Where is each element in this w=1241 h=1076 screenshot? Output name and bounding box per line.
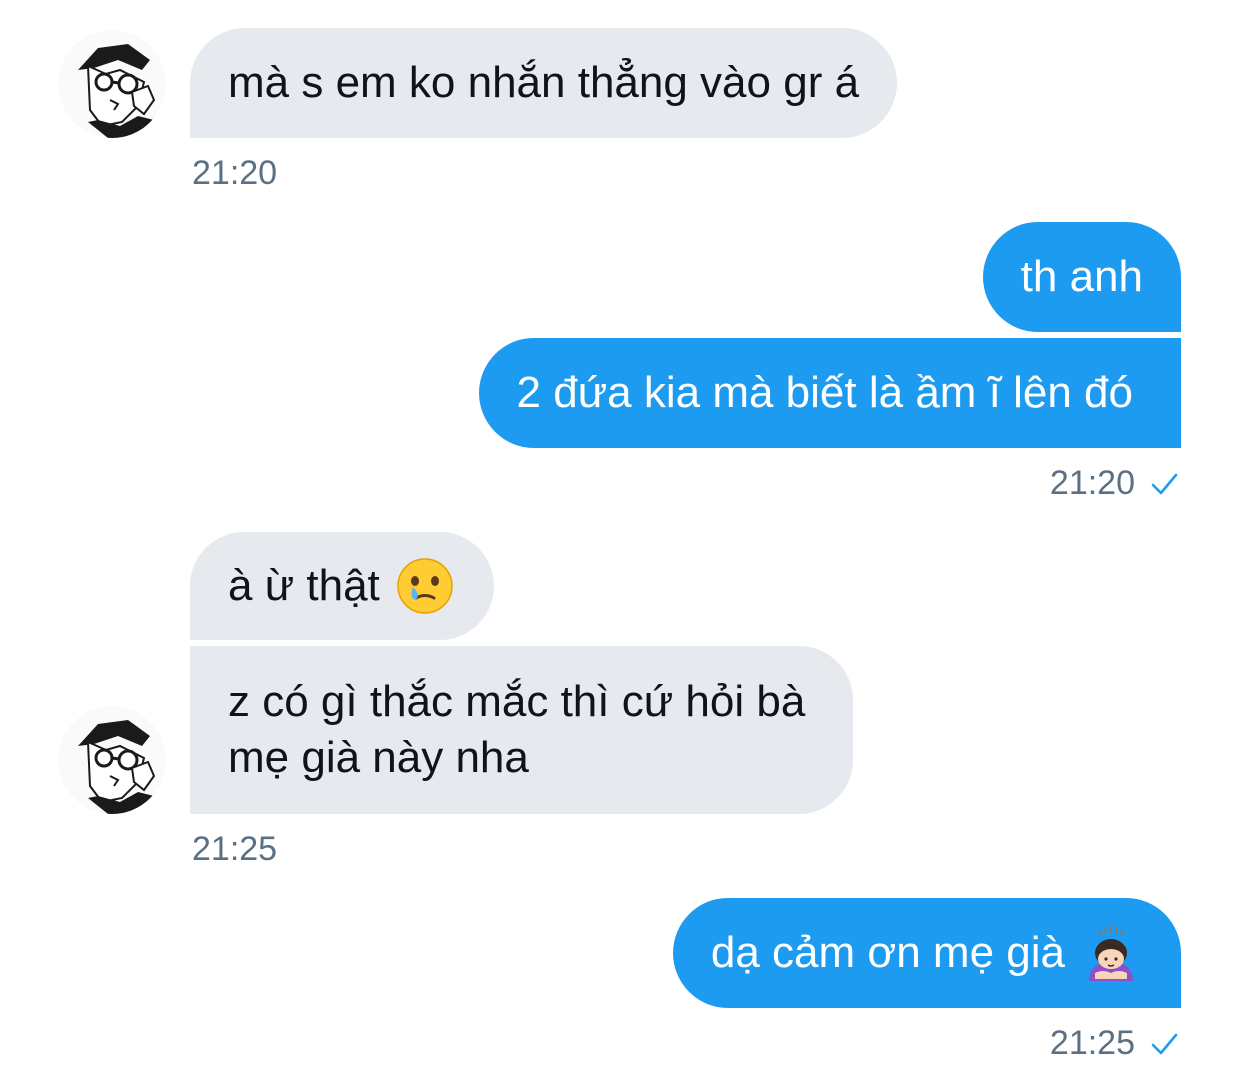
message-thread: mà s em ko nhắn thẳng vào gr á 21:20 th … <box>0 0 1241 1076</box>
message-text: à ừ thật <box>228 561 380 610</box>
timestamp-text: 21:20 <box>192 154 278 192</box>
sent-message-bubble[interactable]: dạ cảm ơn mẹ già <box>672 898 1181 1008</box>
message-text: mà s em ko nhắn thẳng vào gr á <box>228 58 860 107</box>
manga-avatar-icon <box>58 706 166 814</box>
message-timestamp: 21:20 <box>192 154 277 193</box>
timestamp-text: 21:20 <box>1049 464 1135 502</box>
person-bowing-icon <box>1089 926 1133 981</box>
message-text: dạ cảm ơn mẹ già <box>710 928 1065 977</box>
sent-message-bubble[interactable]: 2 đứa kia mà biết là ầm ĩ lên đó <box>478 338 1181 448</box>
message-text-line: mẹ già này nha <box>228 733 529 782</box>
message-timestamp: 21:20 <box>1050 464 1179 503</box>
message-timestamp: 21:25 <box>192 830 277 869</box>
sent-message-bubble[interactable]: th anh <box>982 222 1181 332</box>
received-message-bubble[interactable]: z có gì thắc mắc thì cứ hỏi bà mẹ già nà… <box>190 646 854 814</box>
message-text-line: z có gì thắc mắc thì cứ hỏi bà <box>228 677 806 726</box>
contact-avatar[interactable] <box>58 706 166 814</box>
manga-avatar-icon <box>58 30 166 138</box>
timestamp-text: 21:25 <box>192 830 278 868</box>
message-text: 2 đứa kia mà biết là ầm ĩ lên đó <box>516 368 1133 417</box>
message-timestamp: 21:25 <box>1050 1024 1179 1063</box>
contact-avatar[interactable] <box>58 30 166 138</box>
received-message-bubble[interactable]: à ừ thật <box>190 532 494 640</box>
received-message-bubble[interactable]: mà s em ko nhắn thẳng vào gr á <box>190 28 898 138</box>
check-icon <box>1151 473 1178 494</box>
check-icon <box>1151 1033 1178 1054</box>
message-text: th anh <box>1020 252 1143 301</box>
face-holding-back-tears-icon <box>397 558 453 614</box>
timestamp-text: 21:25 <box>1049 1024 1135 1062</box>
